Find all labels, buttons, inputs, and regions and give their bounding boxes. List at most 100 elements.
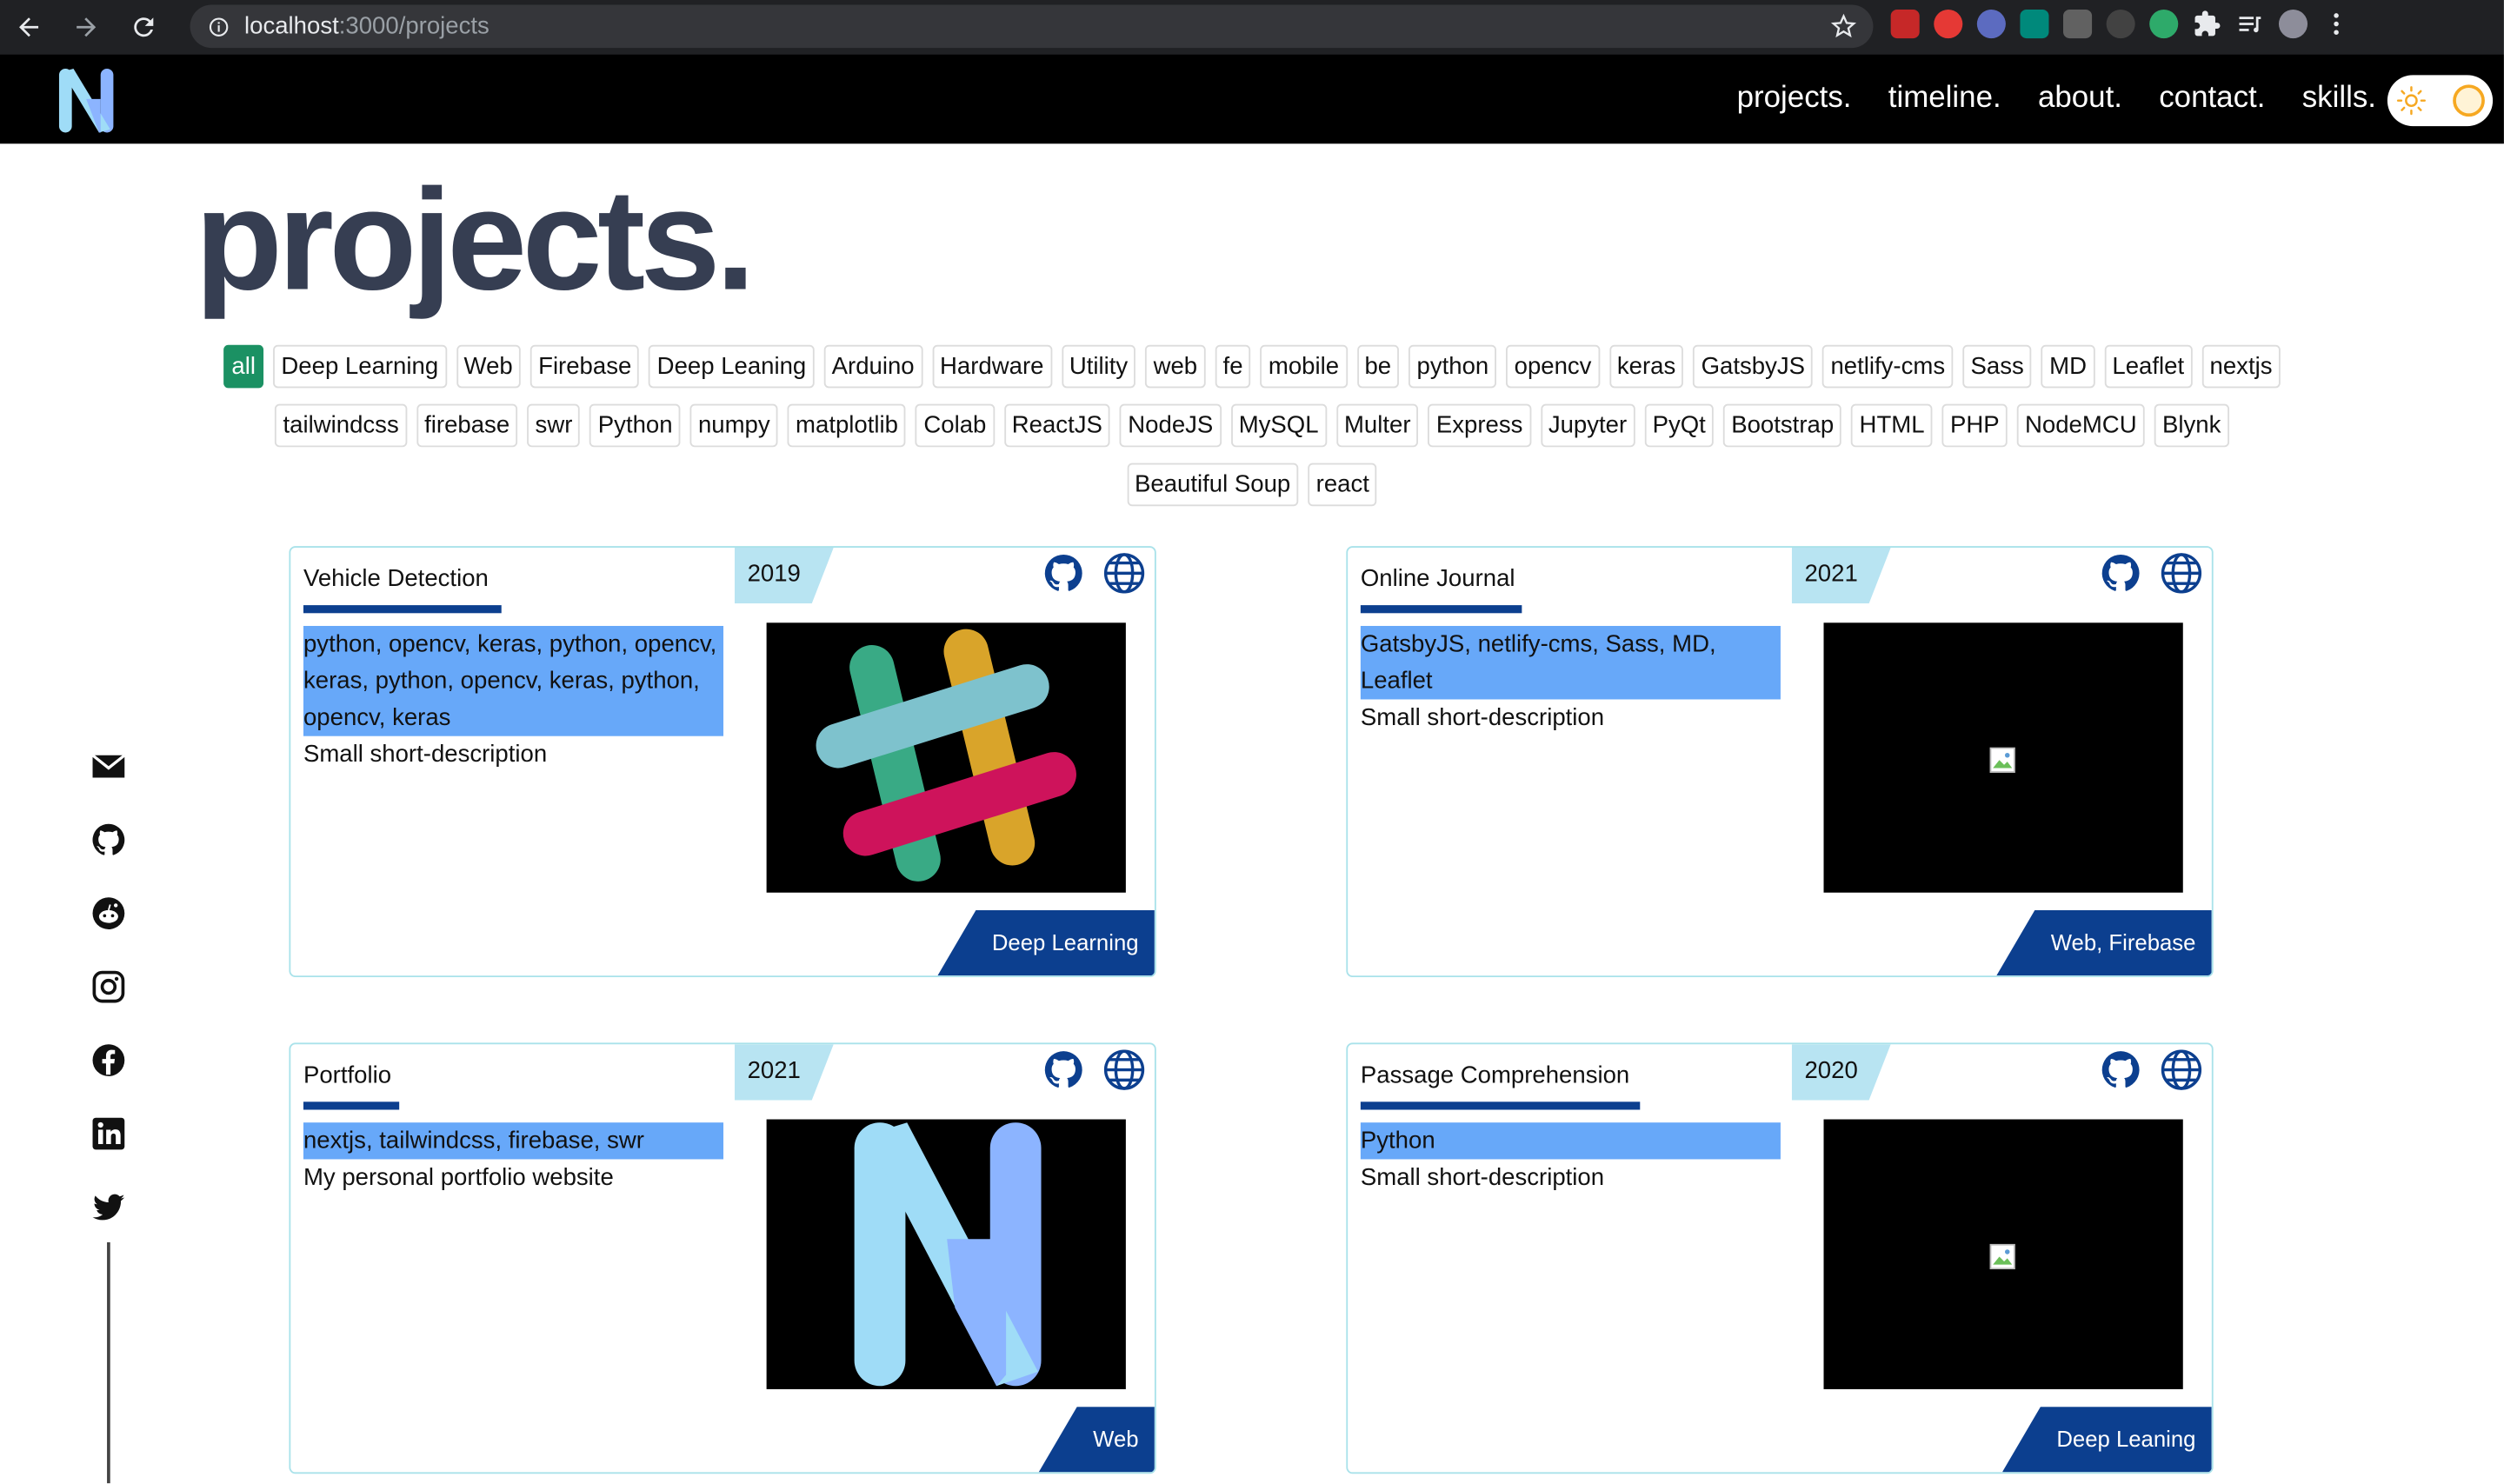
filter-tag[interactable]: python xyxy=(1408,344,1497,389)
filter-tag[interactable]: Bootstrap xyxy=(1723,403,1842,448)
filter-tag[interactable]: ReactJS xyxy=(1003,403,1111,448)
globe-icon[interactable] xyxy=(2159,1048,2203,1092)
filter-tag[interactable]: Hardware xyxy=(931,344,1052,389)
filter-tag[interactable]: GatsbyJS xyxy=(1693,344,1814,389)
globe-icon[interactable] xyxy=(2159,551,2203,596)
filter-tag[interactable]: Firebase xyxy=(529,344,640,389)
filter-tag[interactable]: swr xyxy=(527,403,581,448)
filter-tag[interactable]: Jupyter xyxy=(1540,403,1635,448)
card-title: Passage Comprehension xyxy=(1360,1061,1630,1089)
filter-tag[interactable]: firebase xyxy=(416,403,518,448)
filter-tag[interactable]: Sass xyxy=(1962,344,2032,389)
back-button[interactable] xyxy=(0,0,57,54)
card-links xyxy=(2098,551,2203,596)
filter-tag[interactable]: nextjs xyxy=(2201,344,2281,389)
nav-projects[interactable]: projects. xyxy=(1737,82,1852,116)
extension-4-icon[interactable] xyxy=(2020,10,2049,39)
facebook-icon[interactable] xyxy=(90,1041,128,1080)
card-title: Portfolio xyxy=(303,1061,392,1089)
filter-tag[interactable]: matplotlib xyxy=(787,403,907,448)
nav-timeline[interactable]: timeline. xyxy=(1888,82,2001,116)
filter-tag[interactable]: Leaflet xyxy=(2104,344,2193,389)
project-card-passage-comprehension[interactable]: Passage Comprehension 2020 Python Small … xyxy=(1346,1042,2214,1474)
card-category: Deep Learning xyxy=(937,909,1155,976)
filter-tag[interactable]: Deep Learning xyxy=(273,344,447,389)
profile-avatar-icon[interactable] xyxy=(2278,10,2308,39)
card-category: Web, Firebase xyxy=(1996,909,2212,976)
reload-button[interactable] xyxy=(115,0,172,54)
filter-tag[interactable]: all xyxy=(223,344,264,389)
github-icon[interactable] xyxy=(1042,551,1086,596)
filter-tag[interactable]: Multer xyxy=(1335,403,1419,448)
filter-tag[interactable]: Colab xyxy=(916,403,995,448)
filter-tag[interactable]: Python xyxy=(589,403,681,448)
extension-1-icon[interactable] xyxy=(1890,10,1920,39)
filter-tag[interactable]: mobile xyxy=(1260,344,1348,389)
project-card-portfolio[interactable]: Portfolio 2021 nextjs, tailwindcss, fire… xyxy=(289,1042,1156,1474)
filter-tag[interactable]: netlify-cms xyxy=(1822,344,1954,389)
filter-tag[interactable]: PyQt xyxy=(1644,403,1715,448)
github-icon[interactable] xyxy=(2098,1048,2142,1092)
extension-3-icon[interactable] xyxy=(1976,10,2006,39)
filter-tag[interactable]: fe xyxy=(1215,344,1251,389)
forward-button[interactable] xyxy=(57,0,115,54)
browser-toolbar: localhost:3000/projects xyxy=(0,0,2504,55)
globe-icon[interactable] xyxy=(1102,1048,1146,1092)
filter-tag[interactable]: NodeJS xyxy=(1120,403,1222,448)
linkedin-icon[interactable] xyxy=(90,1115,128,1153)
reddit-icon[interactable] xyxy=(90,895,128,933)
twitter-icon[interactable] xyxy=(90,1188,128,1227)
page-title: projects. xyxy=(195,161,756,322)
github-icon[interactable] xyxy=(90,821,128,859)
puzzle-icon[interactable] xyxy=(2193,10,2221,38)
media-queue-icon[interactable] xyxy=(2235,10,2264,38)
card-title-underline xyxy=(1360,1101,1641,1110)
github-icon[interactable] xyxy=(2098,551,2142,596)
card-title: Vehicle Detection xyxy=(303,565,489,593)
filter-tag[interactable]: react xyxy=(1308,463,1378,507)
filter-tag[interactable]: opencv xyxy=(1506,344,1600,389)
filter-tag[interactable]: Beautiful Soup xyxy=(1126,463,1299,507)
filter-tag[interactable]: web xyxy=(1145,344,1206,389)
extension-5-icon[interactable] xyxy=(2063,10,2093,39)
globe-icon[interactable] xyxy=(1102,551,1146,596)
address-bar[interactable]: localhost:3000/projects xyxy=(190,4,1874,49)
filter-tag[interactable]: Utility xyxy=(1061,344,1136,389)
filter-tag[interactable]: be xyxy=(1356,344,1400,389)
filter-tag[interactable]: MySQL xyxy=(1230,403,1327,448)
filter-tag[interactable]: keras xyxy=(1608,344,1684,389)
site-logo[interactable] xyxy=(54,63,117,136)
nav-skills[interactable]: skills. xyxy=(2302,82,2376,116)
nav-about[interactable]: about. xyxy=(2038,82,2122,116)
filter-tag[interactable]: Blynk xyxy=(2154,403,2229,448)
sun-icon xyxy=(2396,86,2426,116)
filter-tag[interactable]: PHP xyxy=(1941,403,2008,448)
extension-2-icon[interactable] xyxy=(1934,10,1963,39)
reload-icon xyxy=(134,17,154,37)
filter-tag[interactable]: HTML xyxy=(1851,403,1933,448)
project-card-online-journal[interactable]: Online Journal 2021 GatsbyJS, netlify-cm… xyxy=(1346,546,2214,978)
github-icon[interactable] xyxy=(1042,1048,1086,1092)
project-card-vehicle-detection[interactable]: Vehicle Detection 2019 python, opencv, k… xyxy=(289,546,1156,978)
arrow-left-icon xyxy=(19,17,39,37)
card-links xyxy=(1042,551,1147,596)
filter-tag[interactable]: numpy xyxy=(689,403,778,448)
filter-tag[interactable]: tailwindcss xyxy=(275,403,407,448)
nav-contact[interactable]: contact. xyxy=(2159,82,2265,116)
filter-tag[interactable]: Express xyxy=(1428,403,1531,448)
instagram-icon[interactable] xyxy=(90,968,128,1006)
main-nav: projects. timeline. about. contact. skil… xyxy=(1737,54,2376,143)
filter-tag[interactable]: MD xyxy=(2041,344,2095,389)
extension-6-icon[interactable] xyxy=(2106,10,2135,39)
broken-image-icon xyxy=(1989,747,2015,773)
more-menu-icon[interactable] xyxy=(2322,10,2351,38)
filter-tag[interactable]: Arduino xyxy=(823,344,922,389)
mail-icon[interactable] xyxy=(90,748,128,786)
broken-image-icon xyxy=(1989,1243,2015,1270)
theme-toggle[interactable] xyxy=(2387,75,2494,127)
filter-tag[interactable]: Deep Leaning xyxy=(649,344,815,389)
bookmark-star-icon[interactable] xyxy=(1830,13,1857,40)
filter-tag[interactable]: Web xyxy=(456,344,521,389)
filter-tag[interactable]: NodeMCU xyxy=(2016,403,2145,448)
extension-7-icon[interactable] xyxy=(2149,10,2179,39)
